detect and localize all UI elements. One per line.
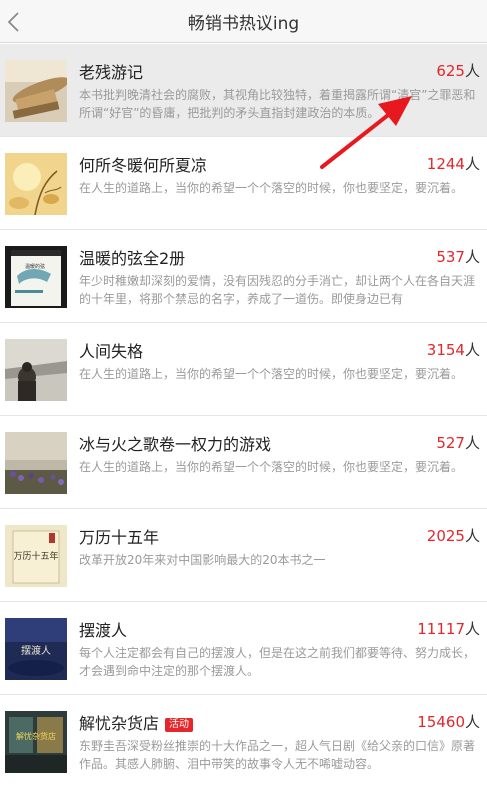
book-title: 老残游记	[79, 63, 144, 82]
book-item[interactable]: 万历十五年 万历十五年 2025人 改革开放20年来对中国影响最大的20本书之一	[0, 509, 487, 602]
event-badge: 活动	[165, 718, 194, 732]
discussion-count: 11117人	[417, 620, 480, 638]
book-item[interactable]: 老残游记 625人 本书批判晚清社会的腐败，其视角比较独特，着重揭露所谓“清官”…	[0, 44, 487, 137]
book-item[interactable]: 人间失格 3154人 在人生的道路上，当你的希望一个个落空的时候，你也要坚定，要…	[0, 323, 487, 416]
cover-title: 温暖的弦	[25, 263, 45, 270]
discussion-count: 2025人	[426, 527, 480, 545]
book-list: 老残游记 625人 本书批判晚清社会的腐败，其视角比较独特，着重揭露所谓“清官”…	[0, 44, 487, 788]
book-description: 改革开放20年来对中国影响最大的20本书之一	[79, 553, 326, 567]
app-root: 畅销书热议ing 老残游记 625人 本书批判晚清社会的腐败，其视角比较独特，着…	[0, 0, 487, 793]
book-description: 每个人注定都会有自己的摆渡人，但是在这之前我们都要等待、努力成长，才会遇到命中注…	[79, 646, 476, 678]
book-description: 年少时稚嫩却深刻的爱情，没有因残忍的分手消亡，却让两个人在各自天涯的十年里，将那…	[79, 274, 476, 306]
book-cover: 摆渡人	[5, 618, 67, 680]
discussion-count: 527人	[436, 434, 480, 452]
book-title: 人间失格	[79, 342, 144, 361]
book-cover	[5, 432, 67, 494]
discussion-count: 537人	[436, 248, 480, 266]
cover-title: 万历十五年	[13, 550, 58, 562]
book-cover	[5, 153, 67, 215]
book-item[interactable]: 温暖的弦 温暖的弦全2册 537人 年少时稚嫩却深刻的爱情，没有因残忍的分手消亡…	[0, 230, 487, 323]
discussion-count: 15460人	[417, 713, 480, 731]
book-title: 摆渡人	[79, 621, 128, 640]
book-title: 万历十五年	[79, 528, 160, 547]
page-title: 畅销书热议ing	[187, 14, 300, 34]
book-title: 温暖的弦全2册	[79, 249, 186, 268]
book-title: 解忧杂货店 活动	[79, 710, 194, 734]
cover-title: 解忧杂货店	[16, 731, 56, 741]
book-description: 在人生的道路上，当你的希望一个个落空的时候，你也要坚定，要沉着。	[79, 367, 464, 381]
book-cover	[5, 339, 67, 401]
discussion-count: 1244人	[426, 155, 480, 173]
book-item[interactable]: 摆渡人 摆渡人 11117人 每个人注定都会有自己的摆渡人，但是在这之前我们都要…	[0, 602, 487, 695]
book-item[interactable]: 解忧杂货店 解忧杂货店 活动 15460人 东野圭吾深受粉丝推崇的十大作品之一，超…	[0, 695, 487, 788]
book-cover	[5, 60, 67, 122]
cover-title: 摆渡人	[21, 644, 51, 657]
book-item[interactable]: 冰与火之歌卷一权力的游戏 527人 在人生的道路上，当你的希望一个个落空的时候，…	[0, 416, 487, 509]
book-description: 在人生的道路上，当你的希望一个个落空的时候，你也要坚定，要沉着。	[79, 460, 464, 474]
discussion-count: 3154人	[426, 341, 480, 359]
discussion-count: 625人	[436, 62, 480, 80]
book-cover: 解忧杂货店	[5, 711, 67, 773]
book-description: 在人生的道路上，当你的希望一个个落空的时候，你也要坚定，要沉着。	[79, 181, 464, 195]
book-cover: 温暖的弦	[5, 246, 67, 308]
book-cover: 万历十五年	[5, 525, 67, 587]
book-description: 本书批判晚清社会的腐败，其视角比较独特，着重揭露所谓“清官”之罪恶和所谓“好官”…	[79, 88, 476, 120]
book-description: 东野圭吾深受粉丝推崇的十大作品之一，超人气日剧《给父亲的口信》原著作品。其感人肺…	[79, 739, 476, 771]
book-title: 何所冬暖何所夏凉	[79, 156, 208, 175]
book-item[interactable]: 何所冬暖何所夏凉 1244人 在人生的道路上，当你的希望一个个落空的时候，你也要…	[0, 137, 487, 230]
top-bar: 畅销书热议ing	[0, 0, 487, 43]
book-title: 冰与火之歌卷一权力的游戏	[79, 435, 272, 454]
